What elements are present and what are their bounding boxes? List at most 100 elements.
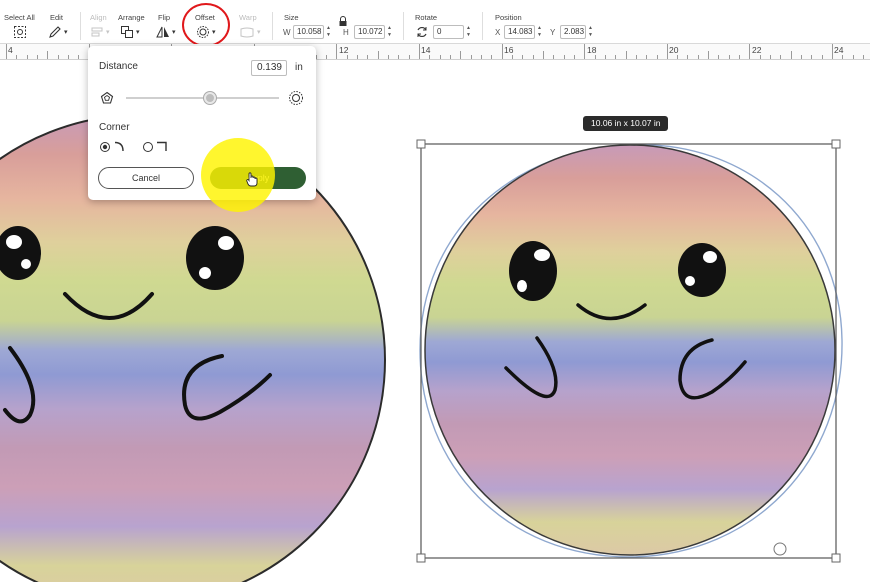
ruler-tick — [429, 55, 431, 59]
flip-dropdown[interactable]: Flip ▾ — [154, 0, 180, 44]
align-dropdown[interactable]: Align ▾ — [88, 0, 116, 44]
ruler-tick — [16, 55, 18, 59]
ruler-tick — [408, 55, 410, 59]
edit-label: Edit — [50, 13, 63, 22]
position-label: Position — [495, 13, 522, 22]
ruler-tick — [821, 55, 823, 59]
ruler-tick — [718, 55, 720, 59]
arrange-icon: ▾ — [120, 24, 140, 40]
ruler-tick — [811, 55, 813, 59]
ruler-tick — [336, 44, 338, 59]
ruler-tick — [6, 44, 7, 59]
ruler-tick — [26, 55, 28, 59]
x-position-input[interactable]: 14.083 — [504, 25, 535, 39]
rotate-label: Rotate — [415, 13, 438, 22]
ruler-tick — [501, 44, 503, 59]
distance-label: Distance — [99, 61, 138, 72]
ruler-tick — [491, 55, 493, 59]
flip-icon: ▾ — [156, 24, 176, 40]
ruler-tick — [759, 55, 761, 59]
ruler-label: 20 — [669, 45, 679, 55]
ruler-tick — [553, 55, 555, 59]
warp-icon: ▾ — [239, 24, 261, 40]
ruler-tick — [357, 55, 358, 59]
arrange-dropdown[interactable]: Arrange ▾ — [118, 0, 148, 44]
y-position-input[interactable]: 2.083 — [560, 25, 586, 39]
corner-rounded-radio[interactable] — [99, 140, 129, 159]
ruler-label: 22 — [752, 45, 762, 55]
height-input[interactable]: 10.072 — [354, 25, 385, 39]
ruler-tick — [594, 55, 596, 59]
arrange-label: Arrange — [118, 13, 145, 22]
ruler-tick — [542, 51, 544, 59]
ruler-tick — [573, 55, 575, 59]
sun-icon — [288, 90, 304, 111]
height-stepper[interactable]: ▲ ▼ — [386, 25, 393, 39]
select-all-button[interactable]: Select All — [4, 0, 38, 44]
ruler-tick — [635, 55, 637, 59]
ruler-tick — [57, 55, 59, 59]
distance-slider-thumb[interactable] — [204, 92, 217, 104]
warp-dropdown[interactable]: Warp ▾ — [238, 0, 264, 44]
ruler-tick — [419, 44, 420, 59]
rotate-input[interactable]: 0 — [433, 25, 464, 39]
align-label: Align — [90, 13, 107, 22]
ruler-tick — [646, 55, 648, 59]
ruler-tick — [708, 51, 710, 59]
ruler-tick — [460, 51, 462, 59]
ruler-tick — [780, 55, 782, 59]
edit-toolbar: Select All Edit ▾ Align ▾ Arrange ▾ Flip… — [0, 0, 870, 47]
ruler-label: 12 — [339, 45, 349, 55]
edit-pencil-icon: ▾ — [48, 24, 68, 40]
align-icon: ▾ — [90, 24, 110, 40]
ruler-tick — [677, 55, 679, 59]
width-axis-label: W — [283, 28, 291, 37]
right-planet-selected[interactable] — [419, 144, 843, 558]
ruler-tick — [728, 55, 730, 59]
ruler-tick — [625, 51, 627, 59]
y-position-stepper[interactable]: ▲ ▼ — [587, 25, 594, 39]
lock-icon[interactable] — [338, 13, 348, 29]
ruler-tick — [522, 55, 524, 59]
ruler-tick — [326, 55, 328, 59]
ruler-tick — [450, 55, 451, 59]
rotate-stepper[interactable]: ▲ ▼ — [465, 25, 472, 39]
toolbar-divider — [482, 12, 483, 40]
height-axis-label: H — [343, 28, 349, 37]
rotate-icon[interactable] — [415, 24, 429, 40]
edit-dropdown[interactable]: Edit ▾ — [46, 0, 74, 44]
toolbar-divider — [272, 12, 273, 40]
distance-slider-track[interactable] — [126, 97, 279, 99]
ruler-tick — [801, 55, 802, 59]
ruler-tick — [584, 44, 586, 59]
y-axis-label: Y — [550, 28, 556, 37]
warp-label: Warp — [239, 13, 257, 22]
ruler-tick — [511, 55, 513, 59]
toolbar-divider — [403, 12, 404, 40]
hand-cursor-icon — [246, 172, 258, 192]
cancel-button[interactable]: Cancel — [98, 167, 194, 189]
ruler-tick — [697, 55, 699, 59]
ruler-tick — [470, 55, 472, 59]
ruler-tick — [615, 55, 617, 59]
size-label: Size — [284, 13, 299, 22]
x-position-stepper[interactable]: ▲ ▼ — [536, 25, 543, 39]
ruler-tick — [863, 55, 864, 59]
distance-input[interactable]: 0.139 — [251, 60, 287, 76]
ruler-tick — [346, 55, 348, 59]
corner-square-radio[interactable] — [142, 140, 172, 159]
ruler-tick — [852, 55, 854, 59]
flip-label: Flip — [158, 13, 171, 22]
select-all-icon — [13, 24, 27, 40]
ruler-tick — [532, 55, 534, 59]
width-input[interactable]: 10.058 — [293, 25, 324, 39]
ruler-tick — [388, 55, 389, 59]
ruler-label: 24 — [834, 45, 844, 55]
toolbar-divider — [80, 12, 81, 40]
select-all-label: Select All — [4, 13, 35, 22]
corner-label: Corner — [99, 122, 130, 133]
offset-panel: Distance 0.139 in Corner Cancel Apply — [88, 46, 316, 212]
offset-highlight-circle — [182, 3, 230, 47]
ruler-tick — [439, 55, 441, 59]
width-stepper[interactable]: ▲ ▼ — [325, 25, 332, 39]
